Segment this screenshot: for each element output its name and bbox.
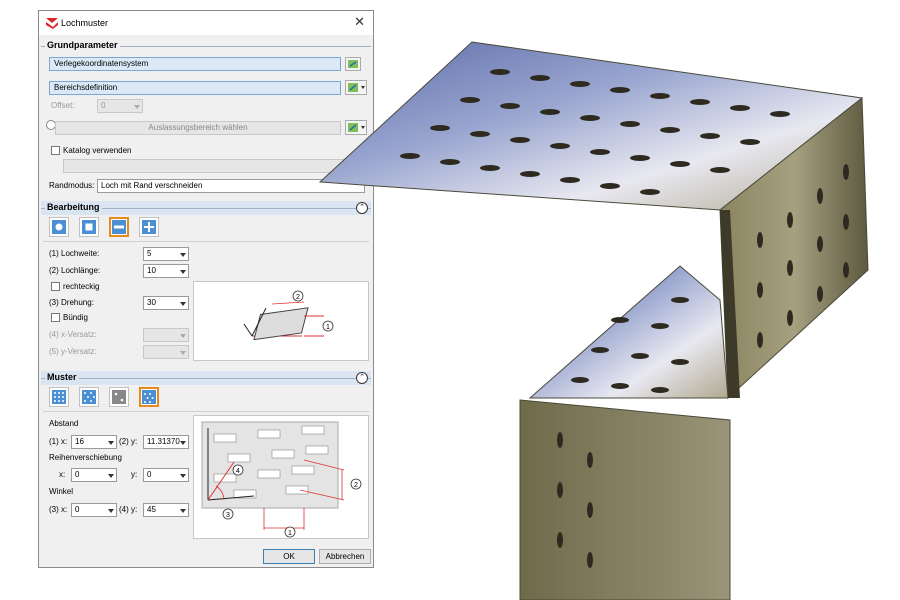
- title-bar: Lochmuster ✕: [39, 11, 373, 35]
- buendig-checkbox[interactable]: [51, 313, 60, 322]
- hole-cross-button[interactable]: [139, 217, 159, 237]
- pattern-grid-button[interactable]: [49, 387, 69, 407]
- lochweite-value: 5: [147, 249, 152, 258]
- bottom-flange: [519, 399, 731, 600]
- reihenverschiebung-label: Reihenverschiebung: [49, 453, 122, 462]
- chevron-down-icon: [180, 334, 186, 338]
- reihen-x-label: x:: [59, 470, 66, 479]
- offset-label: Offset:: [51, 101, 75, 110]
- diagonal-pattern-icon: [144, 393, 154, 403]
- abstand-y-value: 11.31370: [147, 437, 180, 446]
- app-logo-icon: [46, 18, 58, 29]
- perforated-sheet-render: [318, 41, 869, 600]
- lochlaenge-select[interactable]: 10: [143, 264, 189, 278]
- section-title: Muster: [45, 372, 79, 382]
- xversatz-select[interactable]: [143, 328, 189, 342]
- chevron-down-icon: [134, 105, 140, 109]
- dice-pattern-icon: [114, 392, 124, 402]
- reihen-y-label: y:: [131, 470, 138, 479]
- close-icon[interactable]: ✕: [354, 14, 365, 30]
- lochweite-select[interactable]: 5: [143, 247, 189, 261]
- lower-step: [528, 265, 729, 399]
- section-title: Grundparameter: [45, 40, 120, 50]
- yversatz-label: (5) y-Versatz:: [49, 347, 97, 356]
- verlegekoordinatensystem-field[interactable]: Verlegekoordinatensystem: [49, 57, 341, 71]
- pattern-diagonal-button[interactable]: [139, 387, 159, 407]
- pattern-offset-button[interactable]: [79, 387, 99, 407]
- winkel-y-value: 45: [147, 505, 156, 514]
- randmodus-label: Randmodus:: [49, 181, 95, 190]
- diagram-mark-4: 4: [236, 468, 240, 475]
- reihen-y-select[interactable]: 0: [143, 468, 189, 482]
- lochlaenge-value: 10: [147, 266, 156, 275]
- round-hole-icon: [55, 223, 63, 231]
- winkel-label: Winkel: [49, 487, 74, 496]
- section-title: Bearbeitung: [45, 202, 102, 212]
- lochweite-label: (1) Lochweite:: [49, 249, 100, 258]
- offset-pattern-icon: [84, 392, 95, 402]
- buendig-label: Bündig: [63, 313, 88, 322]
- hole-round-button[interactable]: [49, 217, 69, 237]
- chevron-down-icon: [180, 441, 186, 445]
- rechteckig-checkbox[interactable]: [51, 282, 60, 291]
- winkel-x-value: 0: [75, 505, 80, 514]
- hole-slot-button[interactable]: [109, 217, 129, 237]
- offset-select[interactable]: 0: [97, 99, 143, 113]
- cross-hole-icon: [144, 222, 154, 232]
- auslassungsbereich-field[interactable]: Auslassungsbereich wählen: [55, 121, 341, 135]
- katalog-checkbox[interactable]: [51, 146, 60, 155]
- rechteckig-label: rechteckig: [63, 282, 100, 291]
- drehung-label: (3) Drehung:: [49, 298, 94, 307]
- chevron-down-icon: [180, 253, 186, 257]
- square-hole-icon: [85, 223, 93, 231]
- winkel-x-select[interactable]: 0: [71, 503, 117, 517]
- yversatz-select[interactable]: [143, 345, 189, 359]
- xversatz-label: (4) x-Versatz:: [49, 330, 97, 339]
- katalog-label: Katalog verwenden: [63, 146, 132, 155]
- window-title: Lochmuster: [61, 18, 109, 28]
- chevron-down-icon: [180, 270, 186, 274]
- lochlaenge-label: (2) Lochlänge:: [49, 266, 101, 275]
- winkel-x-label: (3) x:: [49, 505, 68, 514]
- chevron-down-icon: [180, 509, 186, 513]
- drehung-value: 30: [147, 298, 156, 307]
- bereichsdefinition-field[interactable]: Bereichsdefinition: [49, 81, 341, 95]
- chevron-down-icon: [108, 441, 114, 445]
- reihen-x-value: 0: [75, 470, 80, 479]
- hole-square-button[interactable]: [79, 217, 99, 237]
- chevron-down-icon: [180, 302, 186, 306]
- pattern-dice-button[interactable]: [109, 387, 129, 407]
- randmodus-value: Loch mit Rand verschneiden: [101, 181, 203, 190]
- winkel-y-select[interactable]: 45: [143, 503, 189, 517]
- reihen-y-value: 0: [147, 470, 152, 479]
- offset-value: 0: [101, 101, 106, 110]
- reihen-x-select[interactable]: 0: [71, 468, 117, 482]
- abstand-y-select[interactable]: 11.31370: [143, 435, 189, 449]
- chevron-down-icon: [108, 509, 114, 513]
- chevron-down-icon: [180, 474, 186, 478]
- chevron-down-icon: [108, 474, 114, 478]
- winkel-y-label: (4) y:: [119, 505, 138, 514]
- diagram-mark-3: 3: [226, 512, 230, 519]
- chevron-down-icon: [180, 351, 186, 355]
- abstand-x-label: (1) x:: [49, 437, 68, 446]
- abstand-x-value: 16: [75, 437, 84, 446]
- abstand-label: Abstand: [49, 419, 79, 428]
- slot-hole-icon: [114, 225, 124, 229]
- abstand-y-label: (2) y:: [119, 437, 138, 446]
- abstand-x-select[interactable]: 16: [71, 435, 117, 449]
- drehung-select[interactable]: 30: [143, 296, 189, 310]
- grid-pattern-icon: [54, 392, 64, 402]
- diagram-mark-1: 1: [288, 530, 292, 537]
